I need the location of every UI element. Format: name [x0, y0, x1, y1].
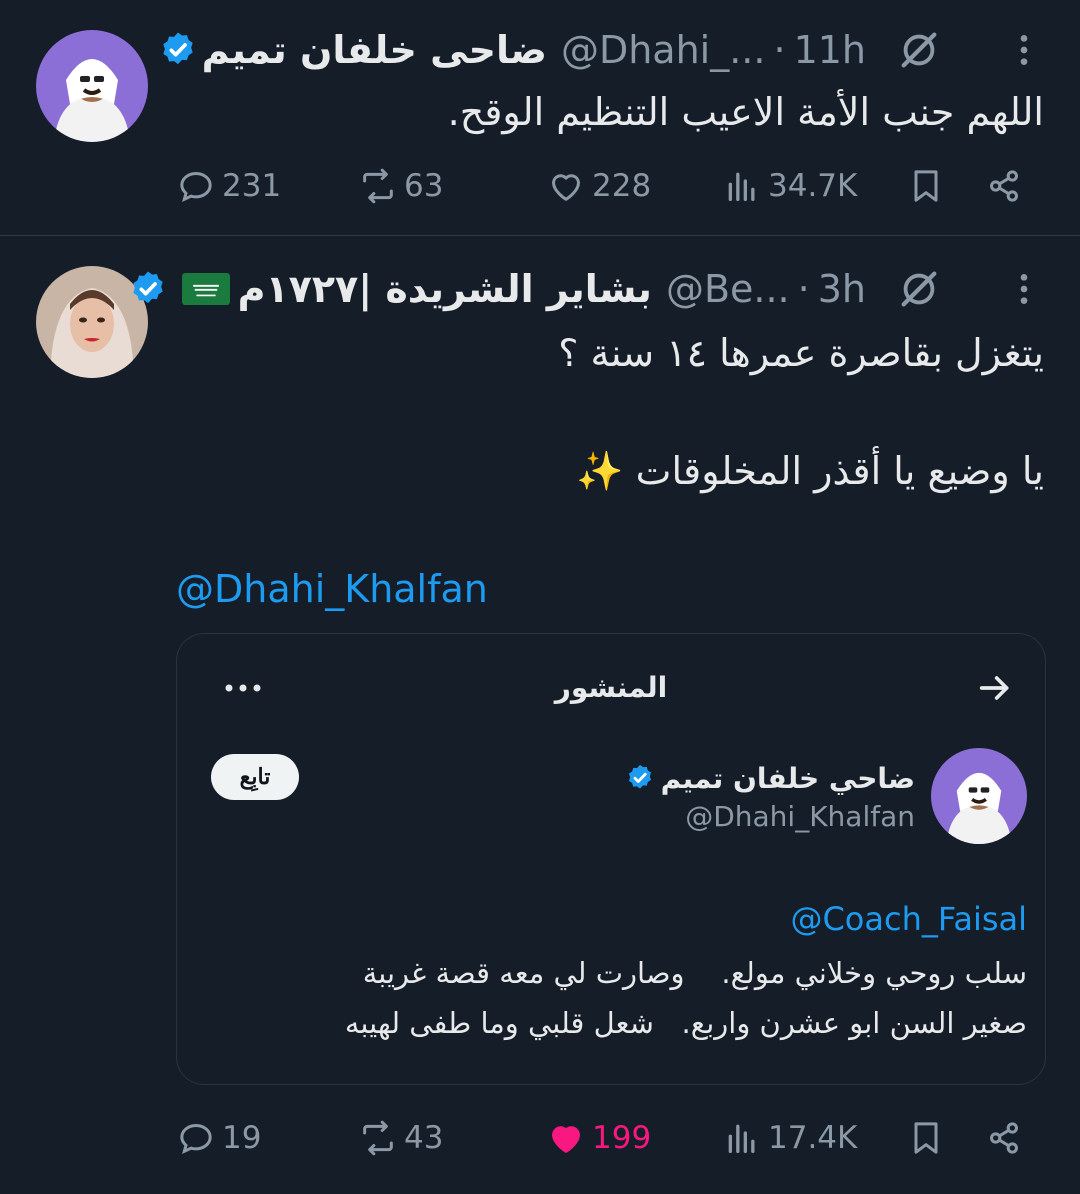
more-options-icon[interactable]: [1004, 30, 1044, 70]
tweet-text: اللهم جنب الأمة الاعيب التنظيم الوقح.: [447, 90, 1044, 134]
avatar[interactable]: [36, 30, 148, 142]
quoted-text-line: صغير السن ابو عشرن واربع. شعل قلبي وما ط…: [344, 1006, 1027, 1040]
bookmark-button[interactable]: [906, 158, 952, 214]
quoted-text-line: سلب روحي وخلاني مولع. وصارت لي معه قصة غ…: [362, 956, 1027, 990]
repost-icon: [363, 1120, 393, 1156]
like-button[interactable]: 199: [546, 1110, 651, 1166]
like-icon: [552, 174, 580, 201]
views-icon: [728, 172, 755, 201]
like-count: 228: [592, 168, 652, 204]
separator-dot: ·: [797, 267, 810, 311]
like-icon: [552, 1126, 580, 1153]
reply-count: 231: [222, 168, 282, 204]
more-options-icon[interactable]: [1004, 269, 1044, 309]
saudi-flag-icon: [181, 273, 230, 305]
author-name[interactable]: ضاحى خلفان تميم: [202, 28, 547, 72]
tweet[interactable]: بشاير الشريدة |١٧٢٧م @Be... · 3h يتغزل ب…: [0, 237, 1080, 1194]
views-button[interactable]: 17.4K: [722, 1110, 857, 1166]
author-handle[interactable]: @Be...: [666, 267, 790, 311]
grok-icon[interactable]: [896, 266, 942, 312]
reply-icon: [180, 1123, 212, 1155]
timestamp[interactable]: 3h: [818, 267, 866, 311]
quoted-author-handle[interactable]: @Dhahi_Khalfan: [685, 800, 915, 833]
tweet-text-line: يا وضيع يا أقذر المخلوقات ✨: [576, 449, 1044, 493]
quoted-post-card[interactable]: المنشور ضاحي خلفان تميم @Dhahi_Khalfan ت…: [176, 633, 1046, 1085]
repost-count: 63: [404, 168, 444, 204]
mention-link[interactable]: @Dhahi_Khalfan: [176, 563, 488, 615]
mention-link[interactable]: @Coach_Faisal: [790, 900, 1027, 938]
tweet-text-line: يتغزل بقاصرة عمرها ١٤ سنة ؟: [558, 331, 1044, 375]
views-button[interactable]: 34.7K: [722, 158, 857, 214]
quoted-post-title: المنشور: [554, 671, 668, 704]
share-icon: [990, 1122, 1018, 1154]
reply-icon: [180, 171, 212, 203]
verified-badge-icon: [162, 32, 193, 65]
repost-icon: [363, 168, 393, 204]
action-bar: 19 43 199 17.4K: [176, 1110, 1044, 1166]
views-count: 34.7K: [768, 168, 858, 204]
views-count: 17.4K: [768, 1120, 858, 1156]
verified-badge-icon: [132, 271, 163, 304]
author-name[interactable]: بشاير الشريدة |١٧٢٧م: [238, 267, 652, 311]
bookmark-button[interactable]: [906, 1110, 952, 1166]
reply-count: 19: [222, 1120, 262, 1156]
verified-badge-icon: [628, 764, 651, 789]
share-button[interactable]: [984, 1110, 1030, 1166]
grok-icon[interactable]: [896, 27, 942, 73]
avatar[interactable]: [931, 748, 1027, 844]
repost-button[interactable]: 63: [358, 158, 443, 214]
quoted-post-text: سلب روحي وخلاني مولع. وصارت لي معه قصة غ…: [345, 948, 1027, 1048]
repost-button[interactable]: 43: [358, 1110, 443, 1166]
separator-dot: ·: [773, 28, 786, 72]
bookmark-icon: [914, 1122, 938, 1154]
quoted-author-name[interactable]: ضاحي خلفان تميم: [661, 762, 915, 795]
arrow-right-icon[interactable]: [975, 668, 1015, 708]
like-button[interactable]: 228: [546, 158, 651, 214]
bookmark-icon: [914, 170, 938, 202]
reply-button[interactable]: 19: [176, 1110, 261, 1166]
like-count: 199: [592, 1120, 652, 1156]
share-icon: [990, 170, 1018, 202]
author-handle[interactable]: @Dhahi_...: [561, 28, 766, 72]
views-icon: [728, 1124, 755, 1153]
tweet[interactable]: ضاحى خلفان تميم @Dhahi_... · 11h اللهم ج…: [0, 0, 1080, 236]
reply-button[interactable]: 231: [176, 158, 281, 214]
timestamp[interactable]: 11h: [794, 28, 866, 72]
repost-count: 43: [404, 1120, 444, 1156]
action-bar: 231 63 228 34.7K: [176, 158, 1044, 214]
follow-button[interactable]: تابِع: [211, 754, 299, 800]
share-button[interactable]: [984, 158, 1030, 214]
